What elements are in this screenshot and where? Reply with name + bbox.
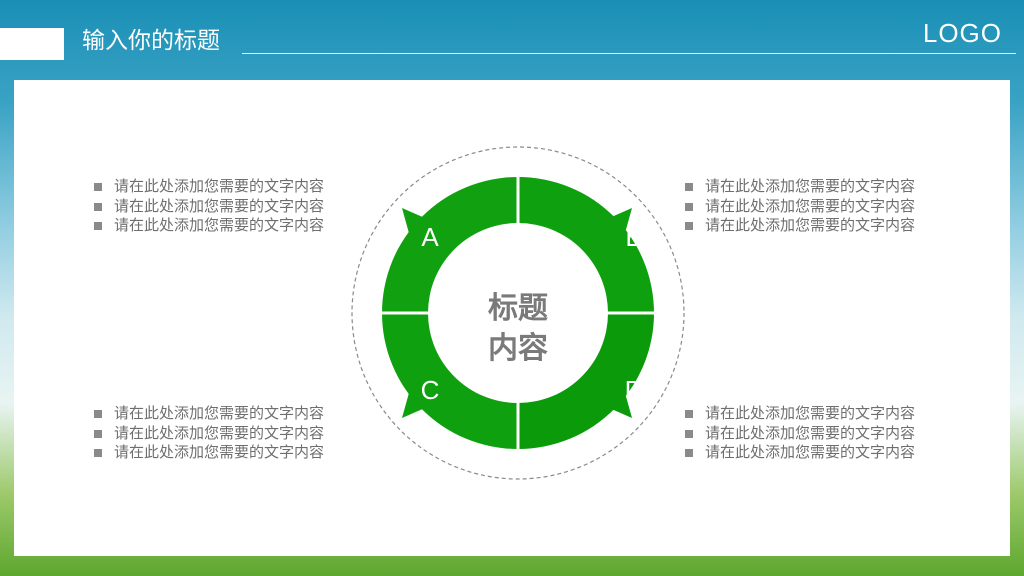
segment-label-b: B bbox=[625, 222, 642, 252]
center-title-line1: 标题 bbox=[488, 291, 548, 326]
center-title-line2: 内容 bbox=[488, 331, 548, 366]
segment-label-d: D bbox=[625, 375, 644, 405]
segment-label-c: C bbox=[421, 375, 440, 405]
segment-label-a: A bbox=[421, 222, 439, 252]
cycle-diagram: A B C D 标题 内容 bbox=[351, 146, 685, 480]
